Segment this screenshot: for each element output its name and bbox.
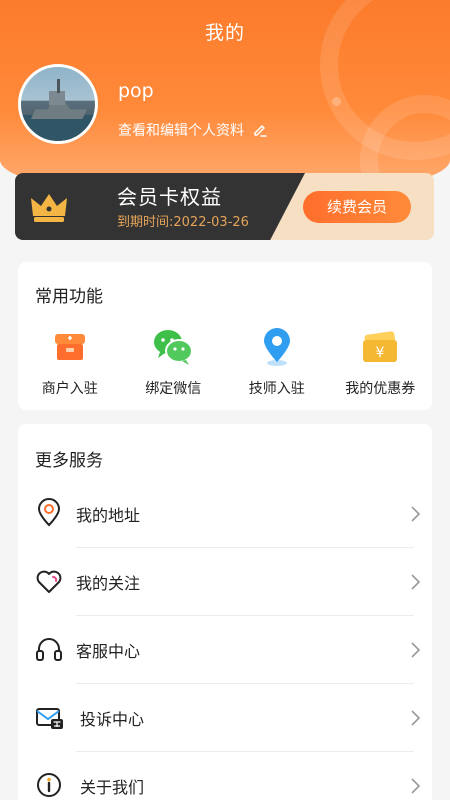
func-label: 技师入驻 (248, 381, 305, 397)
edit-profile-link[interactable]: 查看和编辑个人资料 (118, 120, 268, 140)
chevron-right-icon (411, 506, 421, 522)
service-label: 客服中心 (76, 642, 141, 661)
wechat-icon (154, 330, 194, 365)
avatar-ship-mast (57, 79, 60, 93)
chevron-right-icon (411, 574, 421, 590)
svg-text:¥: ¥ (376, 345, 385, 361)
common-functions-grid: 商户入驻 绑定微信 技师入驻 ¥ 我的优惠券 (18, 326, 432, 398)
service-about-us[interactable]: 关于我们 (18, 752, 432, 800)
service-label: 投诉中心 (80, 710, 145, 729)
avatar-ship (31, 103, 87, 119)
chevron-right-icon (411, 778, 421, 794)
service-my-address[interactable]: 我的地址 (18, 480, 432, 548)
service-label: 我的关注 (76, 574, 141, 593)
avatar[interactable] (18, 64, 98, 144)
member-expire-date: 到期时间:2022-03-26 (117, 215, 249, 230)
username: pop (118, 80, 154, 102)
header-decoration (332, 97, 341, 106)
common-functions-title: 常用功能 (35, 287, 103, 307)
avatar-ship-tower (49, 91, 65, 105)
more-services-title: 更多服务 (35, 451, 103, 471)
service-complaint-center[interactable]: 投诉中心 (18, 684, 432, 752)
info-icon (37, 773, 61, 797)
func-technician-join[interactable]: 技师入驻 (225, 326, 329, 398)
crown-icon (31, 194, 67, 222)
member-card-title: 会员卡权益 (117, 185, 222, 209)
service-label: 关于我们 (80, 778, 145, 797)
edit-profile-label: 查看和编辑个人资料 (118, 123, 244, 139)
pencil-icon (254, 125, 267, 137)
coupon-icon: ¥ (363, 331, 398, 362)
service-my-follows[interactable]: 我的关注 (18, 548, 432, 616)
chevron-right-icon (411, 642, 421, 658)
merchant-icon (54, 334, 85, 360)
func-bind-wechat[interactable]: 绑定微信 (122, 326, 226, 398)
func-merchant-join[interactable]: 商户入驻 (18, 326, 122, 398)
page-title: 我的 (204, 22, 245, 44)
profile-header: 我的 pop 查看和编辑个人资料 (0, 0, 450, 200)
more-services-card: 更多服务 我的地址 我的关注 客服中心 投诉中心 关于我们 (18, 424, 432, 800)
chevron-right-icon (411, 710, 421, 726)
member-card[interactable]: 会员卡权益 到期时间:2022-03-26 续费会员 (15, 173, 434, 240)
location-pin-icon (263, 328, 290, 366)
service-customer-center[interactable]: 客服中心 (18, 616, 432, 684)
common-functions-card: 常用功能 商户入驻 绑定微信 技师入驻 ¥ 我的优惠券 (18, 262, 432, 410)
address-pin-icon (37, 498, 61, 527)
func-label: 绑定微信 (145, 381, 202, 397)
func-label: 商户入驻 (41, 381, 98, 397)
heart-icon (36, 570, 62, 593)
func-my-coupons[interactable]: ¥ 我的优惠券 (329, 326, 433, 398)
func-label: 我的优惠券 (345, 381, 416, 397)
service-label: 我的地址 (76, 506, 141, 525)
headset-icon (36, 638, 62, 661)
complaint-mail-icon (36, 708, 63, 729)
renew-membership-button[interactable]: 续费会员 (303, 191, 411, 223)
